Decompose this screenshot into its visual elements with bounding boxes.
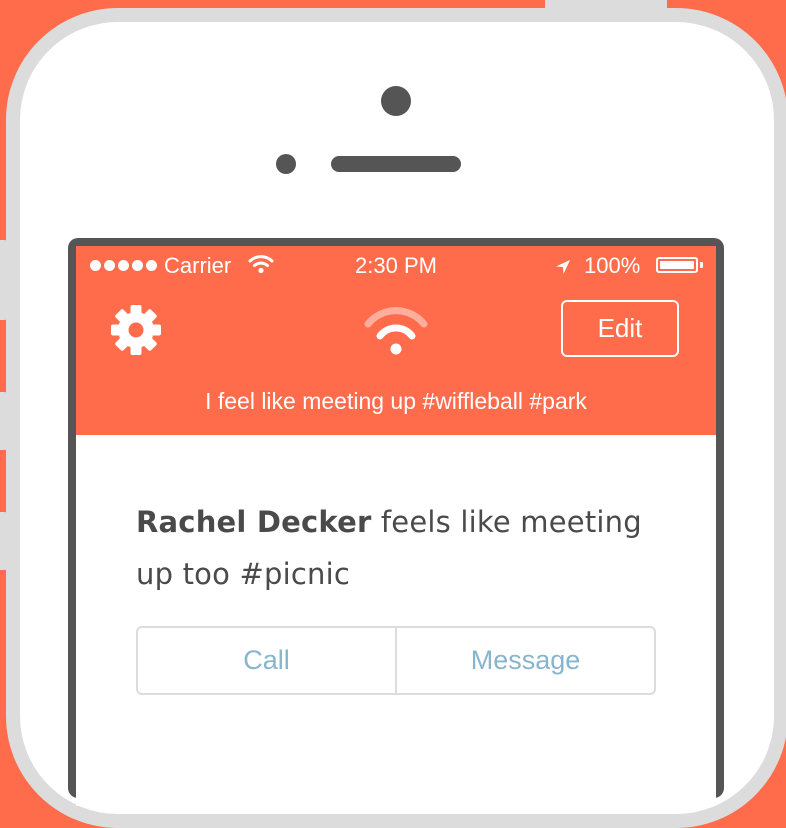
my-status-message: I feel like meeting up #wiffleball #park [205, 388, 587, 414]
earpiece-speaker [331, 156, 461, 172]
wifi-logo-icon [362, 302, 430, 356]
edit-button[interactable]: Edit [561, 300, 679, 357]
phone-screen-bezel: Carrier 2:30 PM 100% Edit I feel like me… [68, 238, 724, 806]
action-buttons: Call Message [136, 626, 656, 695]
location-arrow-icon [554, 256, 572, 282]
battery-level-fill [660, 261, 694, 269]
front-camera [381, 86, 411, 116]
status-bar: Carrier 2:30 PM 100% [76, 246, 716, 286]
call-button[interactable]: Call [138, 628, 395, 693]
match-user-name: Rachel Decker [136, 505, 372, 539]
match-card: Rachel Decker feels like meeting up too … [136, 496, 656, 600]
battery-icon [656, 257, 698, 273]
match-message: Rachel Decker feels like meeting up too … [136, 496, 656, 600]
proximity-sensor [276, 154, 296, 174]
app-screen: Carrier 2:30 PM 100% Edit I feel like me… [76, 246, 716, 806]
battery-tip [700, 262, 703, 268]
app-header: Carrier 2:30 PM 100% Edit I feel like me… [76, 246, 716, 435]
message-button[interactable]: Message [395, 628, 654, 693]
settings-gear-icon[interactable] [108, 302, 164, 358]
battery-percentage: 100% [584, 253, 641, 278]
